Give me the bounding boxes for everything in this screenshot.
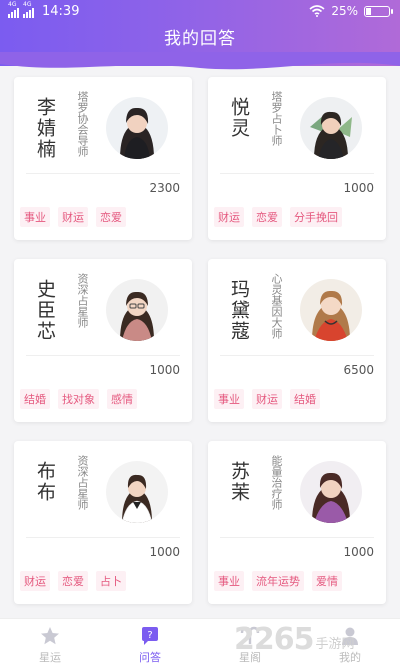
page-title: 我的回答: [164, 29, 236, 49]
battery-icon: [364, 5, 393, 17]
answer-count: 1000: [149, 363, 180, 377]
advisor-title: 资深占星师: [76, 273, 89, 328]
tag[interactable]: 结婚: [20, 389, 50, 409]
tag[interactable]: 事业: [214, 571, 244, 591]
tag[interactable]: 事业: [20, 207, 50, 227]
tag-list: 财运 恋爱 占卜: [20, 571, 126, 591]
cellular-signal-icon-2: 4G: [23, 1, 34, 18]
tag-list: 财运 恋爱 分手挽回: [214, 207, 342, 227]
advisor-title: 能量治疗师: [270, 455, 283, 510]
tag-list: 事业 财运 结婚: [214, 389, 320, 409]
advisor-title: 塔罗占卜师: [270, 91, 283, 146]
advisor-title: 塔罗协会导师: [76, 91, 89, 157]
card-divider: [220, 173, 374, 174]
avatar: [300, 461, 362, 523]
avatar: [300, 97, 362, 159]
tag[interactable]: 财运: [20, 571, 50, 591]
answer-card[interactable]: 史臣芯 资深占星师 1000 结婚 找对象 感情: [14, 259, 192, 422]
tag[interactable]: 流年运势: [252, 571, 304, 591]
tag[interactable]: 爱情: [312, 571, 342, 591]
header-wave: [0, 52, 400, 70]
tab-wenda[interactable]: ? 问答: [100, 619, 200, 666]
battery-percent: 25%: [331, 4, 358, 18]
answer-count: 2300: [149, 181, 180, 195]
tab-label: 问答: [139, 651, 161, 664]
tag[interactable]: 恋爱: [96, 207, 126, 227]
tag[interactable]: 事业: [214, 389, 244, 409]
tag[interactable]: 财运: [58, 207, 88, 227]
answer-card[interactable]: 布布 资深占星师 1000 财运 恋爱 占卜: [14, 441, 192, 604]
avatar: [106, 461, 168, 523]
card-divider: [26, 355, 180, 356]
avatar: [106, 97, 168, 159]
svg-text:?: ?: [147, 630, 152, 641]
question-icon: ?: [142, 627, 158, 645]
advisor-name: 悦灵: [228, 97, 250, 139]
advisor-name: 史臣芯: [34, 279, 56, 342]
tag[interactable]: 占卜: [96, 571, 126, 591]
advisor-name: 苏茉: [228, 461, 250, 503]
avatar: [106, 279, 168, 341]
tag[interactable]: 财运: [214, 207, 244, 227]
tab-xingyun[interactable]: 星运: [0, 619, 100, 666]
advisor-name: 玛黛蔻: [228, 279, 250, 342]
answer-card[interactable]: 苏茉 能量治疗师 1000 事业 流年运势 爱情: [208, 441, 386, 604]
status-time: 14:39: [42, 4, 80, 19]
advisor-title: 心灵基因大师: [270, 273, 283, 339]
advisor-name: 布布: [34, 461, 56, 503]
tag[interactable]: 找对象: [58, 389, 99, 409]
tag[interactable]: 恋爱: [58, 571, 88, 591]
advisor-name: 李婧楠: [34, 97, 56, 160]
card-divider: [220, 355, 374, 356]
cellular-signal-icon: 4G: [8, 1, 19, 18]
tag-list: 结婚 找对象 感情: [20, 389, 137, 409]
site-watermark: 2265 手游网: [234, 612, 394, 666]
tag[interactable]: 财运: [252, 389, 282, 409]
tag[interactable]: 分手挽回: [290, 207, 342, 227]
card-divider: [26, 537, 180, 538]
tag-list: 事业 流年运势 爱情: [214, 571, 342, 591]
answer-count: 1000: [343, 545, 374, 559]
answer-card[interactable]: 李婧楠 塔罗协会导师 2300 事业 财运 恋爱: [14, 77, 192, 240]
tab-label: 星运: [39, 651, 61, 664]
watermark-number: 2265: [234, 621, 314, 657]
advisor-title: 资深占星师: [76, 455, 89, 510]
tag-list: 事业 财运 恋爱: [20, 207, 126, 227]
answer-card[interactable]: 悦灵 塔罗占卜师 1000 财运 恋爱 分手挽回: [208, 77, 386, 240]
avatar: [300, 279, 362, 341]
wifi-icon: [309, 5, 325, 17]
answer-count: 6500: [343, 363, 374, 377]
tag[interactable]: 恋爱: [252, 207, 282, 227]
tag[interactable]: 结婚: [290, 389, 320, 409]
watermark-site: 手游网: [315, 636, 355, 652]
card-divider: [26, 173, 180, 174]
star-icon: [41, 627, 59, 645]
status-bar: 4G 4G 14:39 25%: [0, 0, 400, 24]
card-divider: [220, 537, 374, 538]
answer-count: 1000: [343, 181, 374, 195]
answer-card[interactable]: 玛黛蔻 心灵基因大师 6500 事业 财运 结婚: [208, 259, 386, 422]
answer-count: 1000: [149, 545, 180, 559]
tag[interactable]: 感情: [107, 389, 137, 409]
